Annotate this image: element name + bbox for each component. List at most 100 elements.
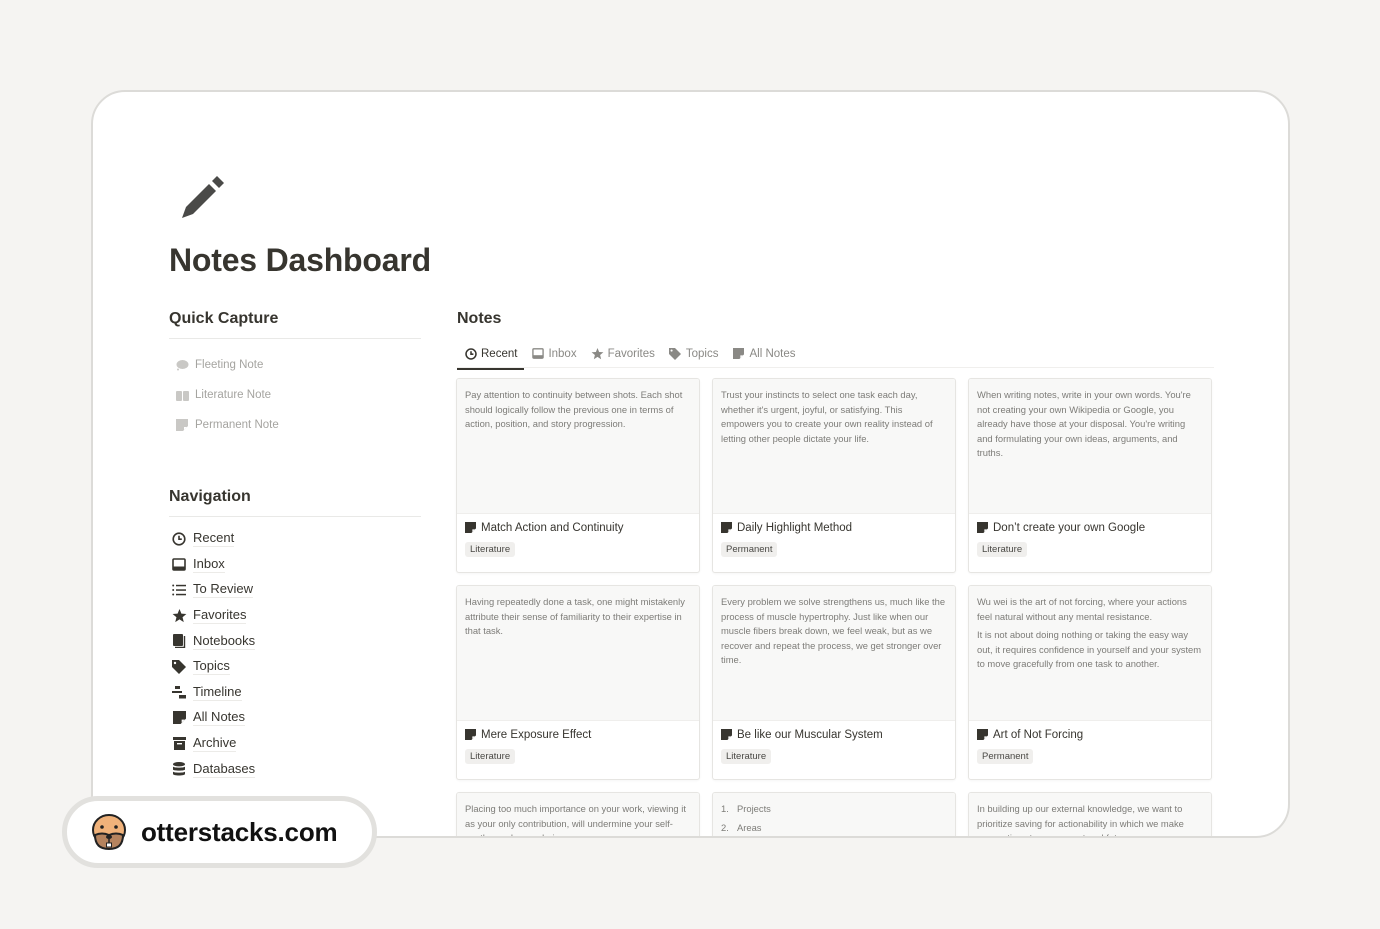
nav-item-topics[interactable]: Topics	[169, 654, 421, 680]
inbox-icon	[171, 556, 187, 572]
note-preview: Wu wei is the art of not forcing, where …	[969, 586, 1211, 721]
list-text: Areas	[737, 821, 762, 833]
list-number: 1.	[721, 803, 729, 814]
note-preview: In building up our external knowledge, w…	[969, 793, 1211, 838]
nav-item-recent[interactable]: Recent	[169, 526, 421, 552]
note-preview-list-item: 1. Projects	[721, 802, 947, 817]
note-card[interactable]: Every problem we solve strengthens us, m…	[712, 585, 956, 780]
note-preview-text: In building up our external knowledge, w…	[977, 803, 1184, 838]
note-preview-list-item: 2. Areas	[721, 821, 947, 836]
tab-topics[interactable]: Topics	[662, 340, 726, 368]
note-card[interactable]: Trust your instincts to select one task …	[712, 378, 956, 573]
note-footer: Art of Not Forcing Permanent	[969, 721, 1211, 779]
book-icon	[175, 388, 189, 402]
note-card[interactable]: When writing notes, write in your own wo…	[968, 378, 1212, 573]
quick-capture-label: Fleeting Note	[195, 359, 264, 371]
sticky-note-icon	[732, 347, 745, 360]
quick-capture-heading: Quick Capture	[169, 310, 421, 339]
tab-label: Inbox	[548, 347, 577, 360]
note-title: Don’t create your own Google	[993, 522, 1146, 534]
quick-capture-permanent-note[interactable]: Permanent Note	[169, 410, 421, 440]
nav-item-label: Favorites	[193, 607, 247, 625]
left-column: Quick Capture Fleeting Note Literature N…	[169, 310, 421, 782]
note-type-tag: Literature	[977, 542, 1028, 557]
nav-item-label: To Review	[193, 581, 253, 599]
note-card[interactable]: In building up our external knowledge, w…	[968, 792, 1212, 838]
database-icon	[171, 761, 187, 777]
note-preview-text: Pay attention to continuity between shot…	[465, 389, 683, 429]
note-type-tag: Permanent	[721, 542, 778, 557]
tab-label: All Notes	[749, 347, 796, 360]
page-frame: Notes Dashboard Quick Capture Fleeting N…	[91, 90, 1290, 838]
nav-item-favorites[interactable]: Favorites	[169, 603, 421, 629]
nav-item-archive[interactable]: Archive	[169, 731, 421, 757]
sticky-note-icon	[465, 522, 477, 534]
nav-item-timeline[interactable]: Timeline	[169, 680, 421, 706]
list-number: 2.	[721, 821, 729, 833]
note-title: Match Action and Continuity	[481, 522, 624, 534]
note-type-tag: Permanent	[977, 749, 1034, 764]
page-title: Notes Dashboard	[169, 242, 431, 278]
quick-capture-literature-note[interactable]: Literature Note	[169, 380, 421, 410]
timeline-icon	[171, 684, 187, 700]
note-card[interactable]: 1. Projects 2. Areas	[712, 792, 956, 836]
nav-item-label: Timeline	[193, 683, 242, 701]
note-title: Daily Highlight Method	[737, 522, 853, 534]
navigation-section: Navigation Recent Inbox To Review Favori…	[169, 488, 421, 782]
inbox-icon	[531, 347, 544, 360]
nav-item-label: Recent	[193, 530, 235, 548]
nav-item-all-notes[interactable]: All Notes	[169, 705, 421, 731]
notebooks-icon	[171, 633, 187, 649]
note-type-tag: Literature	[721, 749, 772, 764]
quick-capture-list: Fleeting Note Literature Note Permanent …	[169, 350, 421, 440]
tab-recent[interactable]: Recent	[457, 340, 525, 370]
tag-icon	[669, 347, 682, 360]
notes-heading: Notes	[457, 310, 502, 327]
cloud-icon	[175, 358, 189, 372]
tab-inbox[interactable]: Inbox	[524, 340, 583, 368]
navigation-list: Recent Inbox To Review Favorites Noteboo…	[169, 526, 421, 782]
note-card[interactable]: Pay attention to continuity between shot…	[456, 378, 700, 573]
pencil-icon	[177, 174, 227, 224]
nav-item-label: Topics	[193, 658, 230, 676]
nav-item-label: Archive	[193, 735, 237, 753]
quick-capture-fleeting-note[interactable]: Fleeting Note	[169, 350, 421, 380]
site-badge[interactable]: otterstacks.com	[62, 796, 377, 868]
note-preview: Pay attention to continuity between shot…	[457, 379, 699, 514]
note-preview-text: It is not about doing nothing or taking …	[977, 629, 1202, 669]
note-preview-text: Having repeatedly done a task, one might…	[465, 596, 685, 636]
note-preview: When writing notes, write in your own wo…	[969, 379, 1211, 514]
note-title-row: Daily Highlight Method	[721, 522, 947, 534]
tab-label: Topics	[685, 347, 719, 360]
note-type-tag: Literature	[465, 542, 516, 557]
nav-item-databases[interactable]: Databases	[169, 756, 421, 782]
note-type-tag: Literature	[465, 749, 516, 764]
note-preview-text: When writing notes, write in your own wo…	[977, 389, 1191, 458]
note-card[interactable]: Wu wei is the art of not forcing, where …	[968, 585, 1212, 780]
notes-section: Notes Recent Inbox Favorites Topics All …	[456, 310, 1214, 838]
nav-item-to-review[interactable]: To Review	[169, 577, 421, 603]
archive-icon	[171, 736, 187, 752]
sticky-note-icon	[977, 522, 989, 534]
sticky-note-icon	[977, 729, 989, 741]
tab-label: Recent	[481, 347, 518, 360]
note-preview-text: Every problem we solve strengthens us, m…	[721, 596, 946, 665]
quick-capture-label: Permanent Note	[195, 419, 279, 431]
nav-item-notebooks[interactable]: Notebooks	[169, 628, 421, 654]
note-title-row: Art of Not Forcing	[977, 729, 1203, 741]
note-preview-list: 1. Projects 2. Areas	[721, 802, 947, 835]
sticky-note-icon	[721, 729, 733, 741]
note-footer: Daily Highlight Method Permanent	[713, 514, 955, 572]
note-preview: Every problem we solve strengthens us, m…	[713, 586, 955, 721]
note-preview-text: Wu wei is the art of not forcing, where …	[977, 596, 1187, 622]
note-preview: Placing too much importance on your work…	[457, 793, 699, 836]
note-card[interactable]: Placing too much importance on your work…	[456, 792, 700, 836]
star-icon	[591, 347, 604, 360]
note-card[interactable]: Having repeatedly done a task, one might…	[456, 585, 700, 780]
sticky-note-icon	[721, 522, 733, 534]
tab-favorites[interactable]: Favorites	[584, 340, 662, 368]
note-preview: 1. Projects 2. Areas	[713, 793, 955, 836]
tab-all-notes[interactable]: All Notes	[725, 340, 802, 368]
nav-item-inbox[interactable]: Inbox	[169, 552, 421, 578]
list-icon	[171, 582, 187, 598]
